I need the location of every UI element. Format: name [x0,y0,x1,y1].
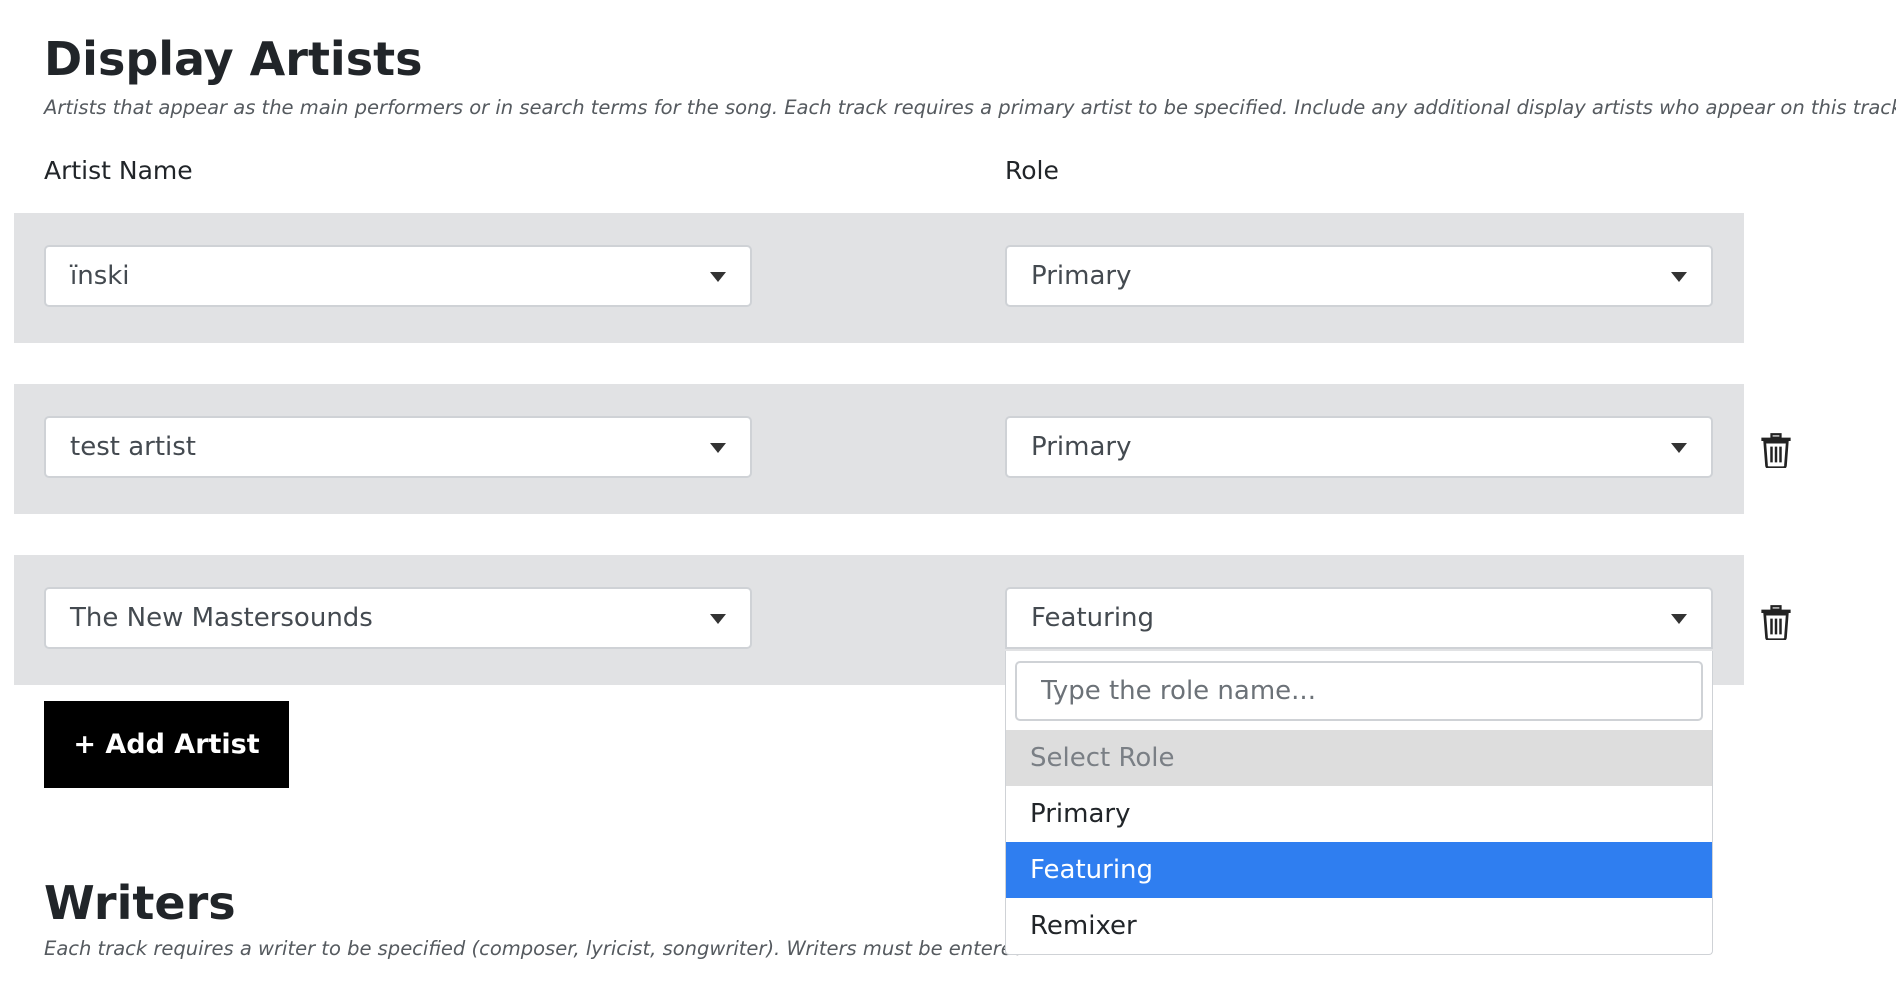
artist-row: ïnski Primary [14,213,1744,343]
artist-select-value: The New Mastersounds [70,603,373,633]
page: Display Artists Artists that appear as t… [0,0,1896,986]
artist-name-column-label: Artist Name [44,156,193,185]
artist-select[interactable]: The New Mastersounds [44,587,752,649]
role-select-value: Featuring [1031,603,1155,633]
role-select-value: Primary [1031,432,1132,462]
artist-row: test artist Primary [14,384,1744,514]
role-option-primary[interactable]: Primary [1006,786,1712,842]
caret-down-icon [710,614,726,624]
artist-select[interactable]: test artist [44,416,752,478]
role-option-featuring[interactable]: Featuring [1006,842,1712,898]
role-select[interactable]: Primary [1005,245,1713,307]
role-column-label: Role [1005,156,1059,185]
role-select-value: Primary [1031,261,1132,291]
role-select[interactable]: Primary [1005,416,1713,478]
caret-down-icon [710,272,726,282]
artist-select-value: ïnski [70,261,130,291]
display-artists-description: Artists that appear as the main performe… [44,96,1896,119]
trash-icon[interactable] [1760,432,1792,468]
trash-icon[interactable] [1760,604,1792,640]
caret-down-icon [1671,614,1687,624]
artist-select-value: test artist [70,432,196,462]
display-artists-title: Display Artists [44,32,423,86]
artist-select[interactable]: ïnski [44,245,752,307]
writers-title: Writers [44,876,236,930]
role-dropdown-menu: Select Role Primary Featuring Remixer [1005,651,1713,955]
caret-down-icon [710,443,726,453]
role-option-remixer[interactable]: Remixer [1006,898,1712,954]
writers-description: Each track requires a writer to be speci… [44,937,1026,960]
caret-down-icon [1671,272,1687,282]
role-search-input[interactable] [1015,661,1703,721]
add-artist-button[interactable]: + Add Artist [44,701,289,788]
role-select[interactable]: Featuring [1005,587,1713,649]
role-option-select-role: Select Role [1006,730,1712,786]
caret-down-icon [1671,443,1687,453]
